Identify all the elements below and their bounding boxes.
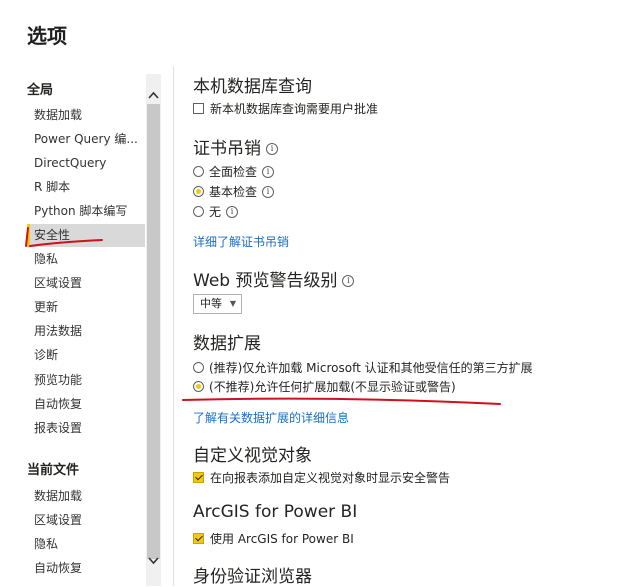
nav-panel: 全局 数据加载 Power Query 编... DirectQuery R 脚…: [0, 66, 146, 586]
radio-row-ext-recommended[interactable]: (推荐)仅允许加载 Microsoft 认证和其他受信任的第三方扩展: [193, 359, 533, 376]
nav-section-global: 全局: [27, 83, 54, 98]
nav-item-report-settings[interactable]: 报表设置: [27, 417, 145, 440]
arcgis-checkbox[interactable]: [193, 533, 204, 544]
heading-arcgis: ArcGIS for Power BI: [193, 502, 358, 522]
cert-none-label: 无: [209, 205, 222, 219]
nav-item-current-data-load[interactable]: 数据加载: [27, 485, 145, 508]
info-icon[interactable]: i: [342, 275, 355, 287]
scroll-thumb[interactable]: [147, 104, 160, 559]
nav-item-current-regional[interactable]: 区域设置: [27, 509, 145, 532]
web-preview-level-select[interactable]: 中等 ▼: [193, 294, 242, 314]
arcgis-label: 使用 ArcGIS for Power BI: [210, 532, 354, 546]
cert-revocation-title: 证书吊销: [193, 139, 261, 159]
nav-scrollbar[interactable]: [146, 74, 161, 586]
radio-row-cert-basic[interactable]: 基本检查 i: [193, 183, 275, 200]
chevron-down-icon: ▼: [229, 299, 236, 308]
custom-visuals-warning-label: 在向报表添加自定义视觉对象时显示安全警告: [210, 471, 451, 485]
custom-visuals-warning-checkbox[interactable]: [193, 472, 204, 483]
info-icon[interactable]: i: [262, 185, 275, 198]
checkbox-row-arcgis[interactable]: 使用 ArcGIS for Power BI: [193, 530, 354, 547]
scroll-up-icon[interactable]: [146, 86, 161, 104]
nav-item-directquery[interactable]: DirectQuery: [27, 152, 145, 175]
native-db-approval-checkbox[interactable]: [193, 103, 204, 114]
nav-item-updates[interactable]: 更新: [27, 296, 145, 319]
nav-item-diagnostics[interactable]: 诊断: [27, 344, 145, 367]
nav-item-current-auto-recovery[interactable]: 自动恢复: [27, 557, 145, 580]
web-preview-title: Web 预览警告级别: [193, 271, 338, 291]
heading-data-extensions: 数据扩展: [193, 334, 261, 354]
nav-item-python-script[interactable]: Python 脚本编写: [27, 200, 145, 223]
heading-native-db-query: 本机数据库查询: [193, 77, 312, 97]
nav-item-regional[interactable]: 区域设置: [27, 272, 145, 295]
ext-recommended-radio[interactable]: [193, 362, 204, 373]
ext-any-radio[interactable]: [193, 381, 204, 392]
nav-item-usage-data[interactable]: 用法数据: [27, 320, 145, 343]
cert-learn-more-link[interactable]: 详细了解证书吊销: [193, 233, 289, 250]
nav-section-current-file: 当前文件: [27, 463, 80, 478]
scroll-down-icon[interactable]: [146, 552, 161, 570]
ext-recommended-label: (推荐)仅允许加载 Microsoft 认证和其他受信任的第三方扩展: [209, 361, 533, 375]
cert-none-radio[interactable]: [193, 206, 204, 217]
heading-cert-revocation: 证书吊销 i: [193, 134, 278, 159]
info-icon[interactable]: i: [266, 143, 278, 155]
nav-item-privacy[interactable]: 隐私: [27, 248, 145, 271]
web-preview-level-value: 中等: [200, 297, 222, 310]
info-icon[interactable]: i: [226, 205, 239, 218]
panel-divider: [173, 66, 174, 586]
cert-basic-radio[interactable]: [193, 186, 204, 197]
radio-row-cert-none[interactable]: 无 i: [193, 203, 239, 220]
cert-full-label: 全面检查: [209, 165, 258, 179]
cert-full-radio[interactable]: [193, 166, 204, 177]
heading-web-preview-warning: Web 预览警告级别 i: [193, 266, 355, 291]
nav-item-power-query[interactable]: Power Query 编...: [27, 128, 145, 151]
ext-any-label: (不推荐)允许任何扩展加载(不显示验证或警告): [209, 380, 456, 394]
native-db-approval-label: 新本机数据库查询需要用户批准: [210, 102, 379, 116]
annotation-underline-extensions: [182, 397, 501, 405]
heading-custom-visuals: 自定义视觉对象: [193, 446, 312, 466]
nav-item-auto-recovery[interactable]: 自动恢复: [27, 393, 145, 416]
radio-row-cert-full[interactable]: 全面检查 i: [193, 163, 275, 180]
dialog-title: 选项: [27, 24, 67, 48]
checkbox-row-custom-visuals-warning[interactable]: 在向报表添加自定义视觉对象时显示安全警告: [193, 469, 450, 486]
checkbox-row-native-db-approval[interactable]: 新本机数据库查询需要用户批准: [193, 100, 378, 117]
nav-item-preview-features[interactable]: 预览功能: [27, 369, 145, 392]
nav-item-current-privacy[interactable]: 隐私: [27, 533, 145, 556]
nav-item-data-load[interactable]: 数据加载: [27, 104, 145, 127]
heading-auth-browser: 身份验证浏览器: [193, 567, 312, 587]
radio-row-ext-any[interactable]: (不推荐)允许任何扩展加载(不显示验证或警告): [193, 378, 456, 395]
ext-learn-more-link[interactable]: 了解有关数据扩展的详细信息: [193, 409, 349, 426]
nav-item-security[interactable]: 安全性: [27, 224, 145, 247]
nav-item-r-script[interactable]: R 脚本: [27, 176, 145, 199]
cert-basic-label: 基本检查: [209, 185, 258, 199]
info-icon[interactable]: i: [262, 165, 275, 178]
